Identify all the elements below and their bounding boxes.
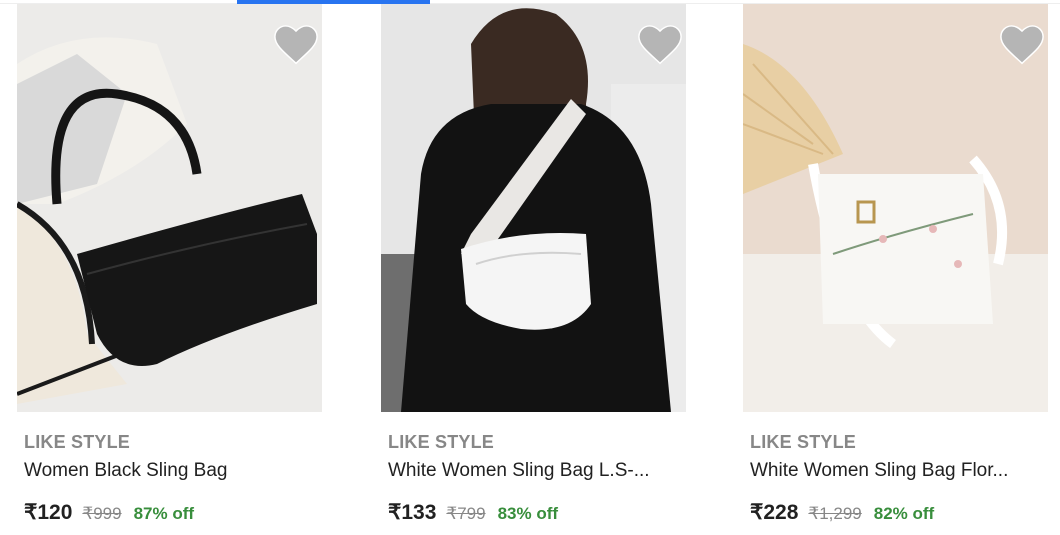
discount-badge: 82% off xyxy=(873,504,935,523)
price-row: ₹120 ₹999 87% off xyxy=(24,500,194,525)
original-price: ₹1,299 xyxy=(808,504,862,523)
product-card[interactable]: LIKE STYLE Women Black Sling Bag ₹120 ₹9… xyxy=(17,4,322,535)
brand-label: LIKE STYLE xyxy=(24,432,131,452)
product-title[interactable]: White Women Sling Bag L.S-... xyxy=(388,460,650,482)
product-image[interactable] xyxy=(17,4,322,412)
heart-icon[interactable] xyxy=(638,24,682,66)
selling-price: ₹133 xyxy=(388,501,437,524)
heart-icon[interactable] xyxy=(1000,24,1044,66)
discount-badge: 83% off xyxy=(497,504,559,523)
product-title[interactable]: White Women Sling Bag Flor... xyxy=(750,460,1008,482)
heart-icon[interactable] xyxy=(274,24,318,66)
product-card[interactable]: LIKE STYLE White Women Sling Bag L.S-...… xyxy=(381,4,686,535)
product-card[interactable]: LIKE STYLE White Women Sling Bag Flor...… xyxy=(743,4,1048,535)
discount-badge: 87% off xyxy=(133,504,195,523)
selling-price: ₹228 xyxy=(750,501,799,524)
product-grid-page: LIKE STYLE Women Black Sling Bag ₹120 ₹9… xyxy=(0,0,1060,535)
price-row: ₹228 ₹1,299 82% off xyxy=(750,500,934,525)
product-title[interactable]: Women Black Sling Bag xyxy=(24,460,227,482)
brand-label: LIKE STYLE xyxy=(388,432,495,452)
original-price: ₹799 xyxy=(446,504,486,523)
original-price: ₹999 xyxy=(82,504,122,523)
selling-price: ₹120 xyxy=(24,501,73,524)
price-row: ₹133 ₹799 83% off xyxy=(388,500,558,525)
product-image[interactable] xyxy=(743,4,1048,412)
product-image[interactable] xyxy=(381,4,686,412)
brand-label: LIKE STYLE xyxy=(750,432,857,452)
